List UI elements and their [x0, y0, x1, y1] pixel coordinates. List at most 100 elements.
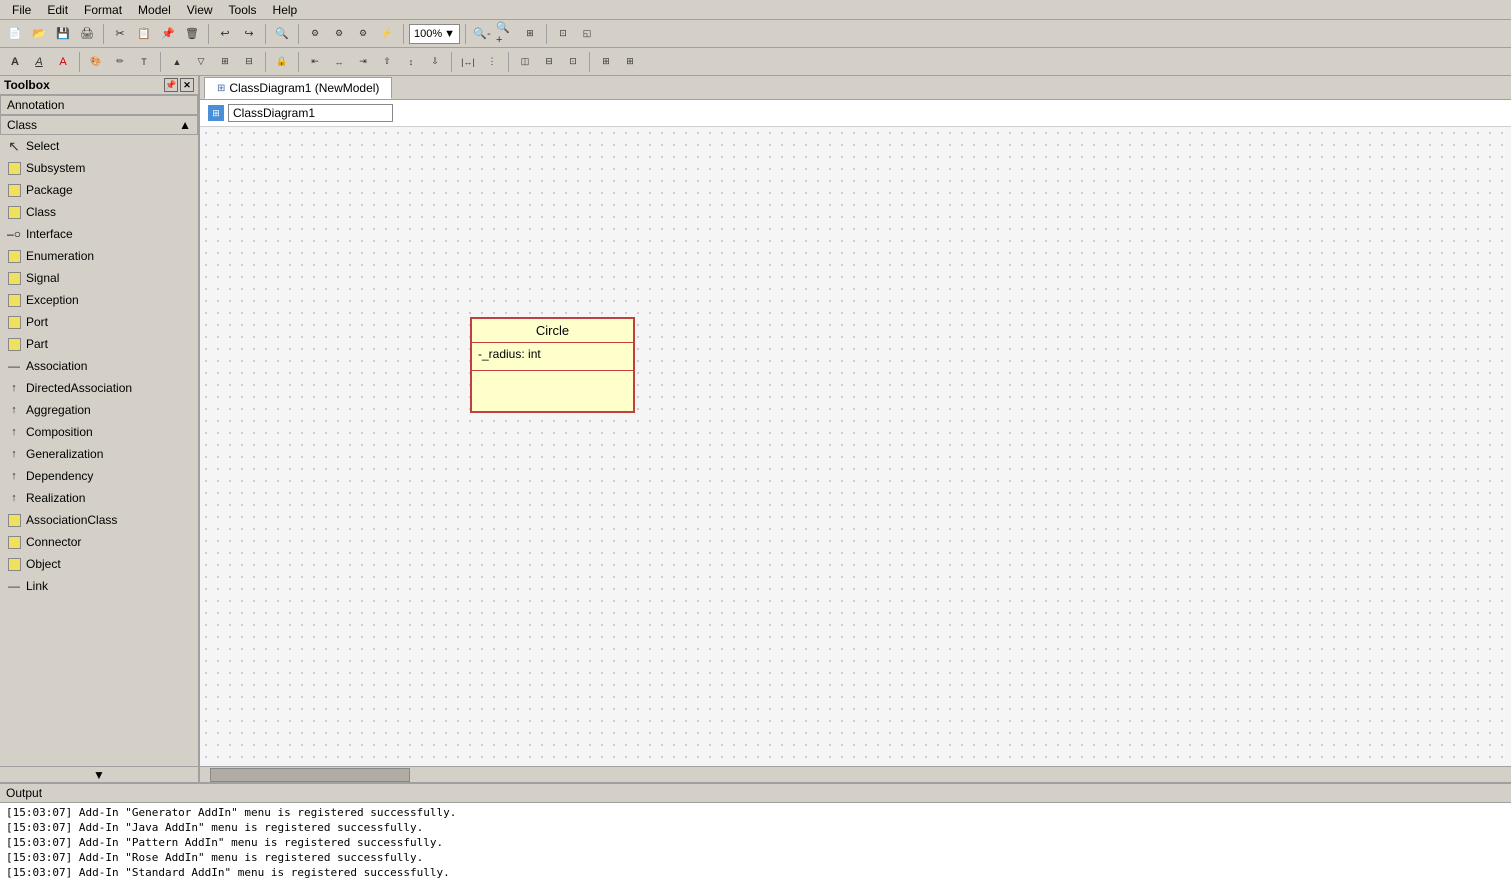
output-line-2: [15:03:07] Add-In "Java AddIn" menu is r… [6, 820, 1505, 835]
output-panel: Output [15:03:07] Add-In "Generator AddI… [0, 782, 1511, 892]
line-color-button[interactable]: ✏ [109, 51, 131, 73]
toolbox-close-button[interactable]: ✕ [180, 78, 194, 92]
toolbox-item-realization[interactable]: ↑ Realization [0, 487, 198, 509]
toolbox-item-link[interactable]: — Link [0, 575, 198, 597]
cut-button[interactable]: ✂ [109, 23, 131, 45]
uml-class-circle[interactable]: Circle -_radius: int [470, 317, 635, 413]
toolbox-section-annotation[interactable]: Annotation [0, 95, 198, 115]
open-button[interactable]: 📂 [28, 23, 50, 45]
tsep2 [160, 52, 161, 72]
diagram-name-input[interactable] [228, 104, 393, 122]
text-italic-button[interactable]: A [28, 51, 50, 73]
align-left-button[interactable]: ⇤ [304, 51, 326, 73]
send-back-button[interactable]: ▽ [190, 51, 212, 73]
delete-button[interactable]: 🗑 [181, 23, 203, 45]
diagram-tab-active[interactable]: ⊞ ClassDiagram1 (NewModel) [204, 77, 392, 99]
zoom-dropdown-icon[interactable]: ▼ [444, 28, 455, 40]
toolbox-item-association-class[interactable]: AssociationClass [0, 509, 198, 531]
toolbox-item-select[interactable]: ↖ Select [0, 135, 198, 157]
toolbox-item-object[interactable]: Object [0, 553, 198, 575]
align-center-button[interactable]: ↔ [328, 51, 350, 73]
new-button[interactable]: 📄 [4, 23, 26, 45]
toolbox-section-class[interactable]: Class ▲ [0, 115, 198, 135]
menu-view[interactable]: View [179, 3, 221, 17]
toolbox-item-composition[interactable]: ↑ Composition [0, 421, 198, 443]
toolbox-item-interface[interactable]: –○ Interface [0, 223, 198, 245]
toolbox-pin-button[interactable]: 📌 [164, 78, 178, 92]
association-icon: — [6, 358, 22, 374]
save-button[interactable]: 💾 [52, 23, 74, 45]
diagram-horizontal-scrollbar[interactable] [200, 766, 1511, 782]
menu-bar: File Edit Format Model View Tools Help [0, 0, 1511, 20]
fill-color-button[interactable]: 🎨 [85, 51, 107, 73]
toolbox-item-generalization[interactable]: ↑ Generalization [0, 443, 198, 465]
text-color-button[interactable]: T [133, 51, 155, 73]
toolbox-item-port[interactable]: Port [0, 311, 198, 333]
distribute-h-button[interactable]: |↔| [457, 51, 479, 73]
menu-file[interactable]: File [4, 3, 39, 17]
toolbox-item-signal[interactable]: Signal [0, 267, 198, 289]
text-bold-button[interactable]: A [4, 51, 26, 73]
same-size-button[interactable]: ⊡ [562, 51, 584, 73]
align-bottom-button[interactable]: ⇩ [424, 51, 446, 73]
same-width-button[interactable]: ◫ [514, 51, 536, 73]
toolbox-item-aggregation[interactable]: ↑ Aggregation [0, 399, 198, 421]
toolbox-item-package[interactable]: Package [0, 179, 198, 201]
group-button[interactable]: ⊞ [214, 51, 236, 73]
align-top-button[interactable]: ⇧ [376, 51, 398, 73]
sep4 [298, 24, 299, 44]
toolbox-item-subsystem[interactable]: Subsystem [0, 157, 198, 179]
paste-button[interactable]: 📌 [157, 23, 179, 45]
select2-button[interactable]: ◱ [576, 23, 598, 45]
generate-btn3[interactable]: ⚙ [352, 23, 374, 45]
bring-front-button[interactable]: ▲ [166, 51, 188, 73]
menu-help[interactable]: Help [265, 3, 306, 17]
align-right-button[interactable]: ⇥ [352, 51, 374, 73]
lock-button[interactable]: 🔒 [271, 51, 293, 73]
sep2 [208, 24, 209, 44]
text-underline-button[interactable]: A [52, 51, 74, 73]
diagram-canvas[interactable]: Circle -_radius: int [200, 127, 1511, 766]
toolbox-item-connector[interactable]: Connector [0, 531, 198, 553]
print-button[interactable]: 🖨 [76, 23, 98, 45]
toolbox-item-association[interactable]: — Association [0, 355, 198, 377]
generate-btn2[interactable]: ⚙ [328, 23, 350, 45]
grid-button[interactable]: ⊞ [619, 51, 641, 73]
directed-association-icon: ↑ [6, 380, 22, 396]
exception-icon [6, 292, 22, 308]
menu-tools[interactable]: Tools [221, 3, 265, 17]
toolbox-item-exception[interactable]: Exception [0, 289, 198, 311]
same-height-button[interactable]: ⊟ [538, 51, 560, 73]
toolbox-item-class[interactable]: Class [0, 201, 198, 223]
zoom-out-button[interactable]: 🔍- [471, 23, 493, 45]
fit-button[interactable]: ⊞ [519, 23, 541, 45]
zoom-in-button[interactable]: 🔍+ [495, 23, 517, 45]
generate-btn4[interactable]: ⚡ [376, 23, 398, 45]
distribute-v-button[interactable]: ⋮ [481, 51, 503, 73]
output-content: [15:03:07] Add-In "Generator AddIn" menu… [0, 803, 1511, 892]
uml-class-attributes: -_radius: int [472, 343, 633, 371]
copy-button[interactable]: 📋 [133, 23, 155, 45]
select-all-button[interactable]: ⊡ [552, 23, 574, 45]
toolbox-item-directed-association[interactable]: ↑ DirectedAssociation [0, 377, 198, 399]
toolbox-item-enumeration[interactable]: Enumeration [0, 245, 198, 267]
menu-edit[interactable]: Edit [39, 3, 76, 17]
toolbox-scroll-down[interactable]: ▼ [0, 766, 198, 782]
toolbox-item-part[interactable]: Part [0, 333, 198, 355]
tsep7 [589, 52, 590, 72]
uml-attr-radius: -_radius: int [478, 347, 541, 361]
menu-format[interactable]: Format [76, 3, 130, 17]
redo-button[interactable]: ↪ [238, 23, 260, 45]
snap-button[interactable]: ⊞ [595, 51, 617, 73]
menu-model[interactable]: Model [130, 3, 179, 17]
scrolltrack[interactable] [200, 767, 1511, 783]
diagram-tabs: ⊞ ClassDiagram1 (NewModel) [200, 76, 1511, 100]
generate-btn1[interactable]: ⚙ [304, 23, 326, 45]
select-icon: ↖ [6, 138, 22, 154]
ungroup-button[interactable]: ⊟ [238, 51, 260, 73]
find-button[interactable]: 🔍 [271, 23, 293, 45]
toolbox-item-dependency[interactable]: ↑ Dependency [0, 465, 198, 487]
undo-button[interactable]: ↩ [214, 23, 236, 45]
align-middle-button[interactable]: ↕ [400, 51, 422, 73]
scrollthumb[interactable] [210, 768, 410, 782]
